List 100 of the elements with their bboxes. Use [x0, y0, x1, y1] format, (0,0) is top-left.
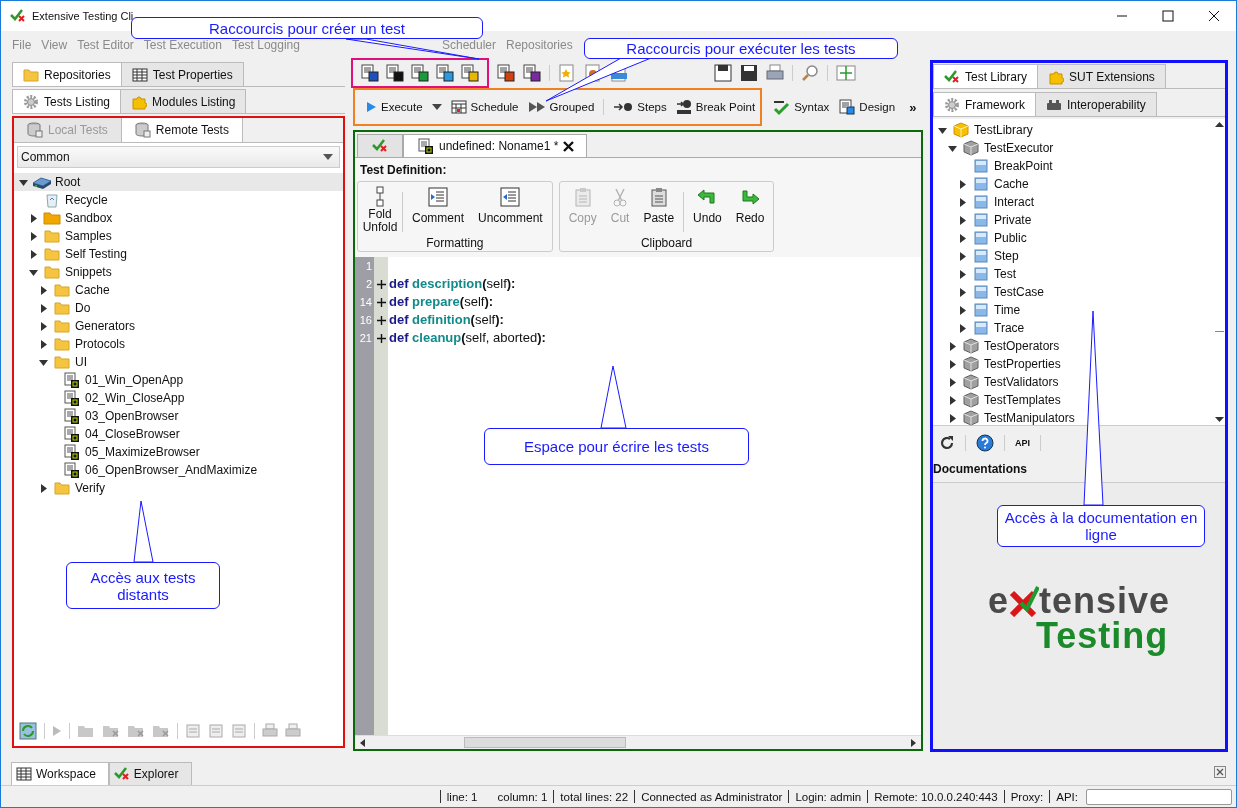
tree-item[interactable]: 05_MaximizeBrowser — [14, 443, 343, 461]
api-button[interactable]: API — [1015, 438, 1030, 448]
collapse-arrow-icon[interactable] — [948, 143, 957, 153]
tree-item[interactable]: UI — [14, 353, 343, 371]
refresh-icon[interactable] — [939, 435, 955, 451]
tree-item[interactable]: Step — [933, 247, 1213, 265]
close-icon[interactable] — [563, 140, 575, 152]
expand-icon[interactable] — [376, 297, 386, 307]
document-icon[interactable] — [497, 64, 515, 82]
tree-item[interactable]: 03_OpenBrowser — [14, 407, 343, 425]
tab[interactable] — [357, 134, 403, 157]
tree-item[interactable]: Root — [14, 173, 343, 191]
project-dropdown[interactable]: Common — [17, 146, 340, 168]
tree-item[interactable]: BreakPoint — [933, 157, 1213, 175]
tree-item[interactable]: TestProperties — [933, 355, 1213, 373]
collapse-arrow-icon[interactable] — [938, 125, 947, 135]
tree-item[interactable]: 01_Win_OpenApp — [14, 371, 343, 389]
expand-arrow-icon[interactable] — [39, 285, 48, 295]
document-icon[interactable] — [523, 64, 541, 82]
toolbar-button[interactable]: Syntax — [772, 98, 830, 116]
close-icon[interactable] — [1208, 10, 1220, 22]
tree-item[interactable]: TestOperators — [933, 337, 1213, 355]
expand-arrow-icon[interactable] — [948, 395, 957, 405]
tree-item[interactable]: Verify — [14, 479, 343, 497]
horizontal-scrollbar[interactable] — [355, 735, 921, 749]
tab[interactable]: Test Properties — [120, 62, 244, 86]
overflow-button[interactable]: » — [909, 99, 917, 115]
tree-item[interactable]: Time — [933, 301, 1213, 319]
tree-item[interactable]: TestManipulators — [933, 409, 1213, 427]
expand-icon[interactable] — [376, 279, 386, 289]
expand-arrow-icon[interactable] — [39, 339, 48, 349]
ribbon-button[interactable]: Uncomment — [473, 184, 548, 227]
expand-arrow-icon[interactable] — [29, 231, 38, 241]
folder-icon[interactable] — [152, 724, 170, 738]
close-icon[interactable] — [1214, 766, 1226, 778]
collapse-arrow-icon[interactable] — [19, 177, 28, 187]
tree-item[interactable]: Public — [933, 229, 1213, 247]
expand-arrow-icon[interactable] — [958, 323, 967, 333]
tab[interactable]: Repositories — [12, 62, 122, 86]
tree-item[interactable]: Cache — [933, 175, 1213, 193]
tab[interactable]: Interoperability — [1035, 92, 1157, 116]
tree-item[interactable]: 02_Win_CloseApp — [14, 389, 343, 407]
api-field[interactable] — [1086, 788, 1232, 805]
expand-icon[interactable] — [376, 315, 386, 325]
printer-icon[interactable] — [766, 64, 784, 82]
tree-item[interactable]: Snippets — [14, 263, 343, 281]
tree-item[interactable]: TestValidators — [933, 373, 1213, 391]
expand-arrow-icon[interactable] — [958, 269, 967, 279]
tree-item[interactable]: Recycle — [14, 191, 343, 209]
tree-item[interactable]: Do — [14, 299, 343, 317]
search-icon[interactable] — [801, 64, 819, 82]
expand-arrow-icon[interactable] — [948, 377, 957, 387]
tab[interactable]: Remote Tests — [121, 118, 243, 142]
toolbar-button[interactable]: Schedule — [450, 100, 519, 114]
tab[interactable]: Tests Listing — [12, 89, 122, 113]
tree-item[interactable]: Trace — [933, 319, 1213, 337]
expand-arrow-icon[interactable] — [39, 321, 48, 331]
tree-item[interactable]: Self Testing — [14, 245, 343, 263]
expand-arrow-icon[interactable] — [948, 413, 957, 423]
tree-item[interactable]: Test — [933, 265, 1213, 283]
tree-item[interactable]: Cache — [14, 281, 343, 299]
expand-arrow-icon[interactable] — [948, 341, 957, 351]
document-icon[interactable] — [461, 64, 479, 82]
toolbar-button[interactable]: Grouped — [527, 101, 595, 113]
columns-icon[interactable] — [836, 65, 856, 81]
help-icon[interactable] — [976, 434, 994, 452]
tab[interactable]: undefined: Noname1 * — [403, 134, 588, 157]
ribbon-button[interactable]: Redo — [730, 184, 770, 227]
tree-item[interactable]: Generators — [14, 317, 343, 335]
tab[interactable]: Framework — [933, 92, 1036, 116]
toolbar-button[interactable]: Design — [839, 99, 896, 115]
ribbon-button[interactable]: Undo — [688, 184, 727, 227]
expand-arrow-icon[interactable] — [958, 197, 967, 207]
ribbon-button[interactable]: Fold Unfold — [362, 184, 398, 236]
expand-arrow-icon[interactable] — [958, 179, 967, 189]
save-icon[interactable] — [714, 64, 732, 82]
expand-arrow-icon[interactable] — [29, 213, 38, 223]
ribbon-button[interactable]: Comment — [407, 184, 469, 227]
folder-icon[interactable] — [102, 724, 120, 738]
tree-item[interactable]: TestExecutor — [933, 139, 1213, 157]
star-document-icon[interactable] — [558, 64, 576, 82]
toolbar-button[interactable]: Break Point — [675, 99, 756, 115]
expand-arrow-icon[interactable] — [958, 251, 967, 261]
tree-item[interactable]: Samples — [14, 227, 343, 245]
tab[interactable]: Explorer — [108, 762, 192, 785]
tab[interactable]: Modules Listing — [120, 89, 247, 113]
tab[interactable]: Workspace — [11, 762, 109, 785]
document-icon[interactable] — [436, 64, 454, 82]
collapse-arrow-icon[interactable] — [39, 357, 48, 367]
expand-arrow-icon[interactable] — [958, 287, 967, 297]
tree-item[interactable]: TestTemplates — [933, 391, 1213, 409]
document-icon[interactable] — [361, 64, 379, 82]
document-icon[interactable] — [386, 64, 404, 82]
expand-arrow-icon[interactable] — [948, 359, 957, 369]
tree-item[interactable]: Protocols — [14, 335, 343, 353]
expand-arrow-icon[interactable] — [958, 305, 967, 315]
expand-arrow-icon[interactable] — [958, 215, 967, 225]
maximize-icon[interactable] — [1162, 10, 1174, 22]
tab[interactable]: Test Library — [933, 64, 1039, 88]
expand-arrow-icon[interactable] — [958, 233, 967, 243]
